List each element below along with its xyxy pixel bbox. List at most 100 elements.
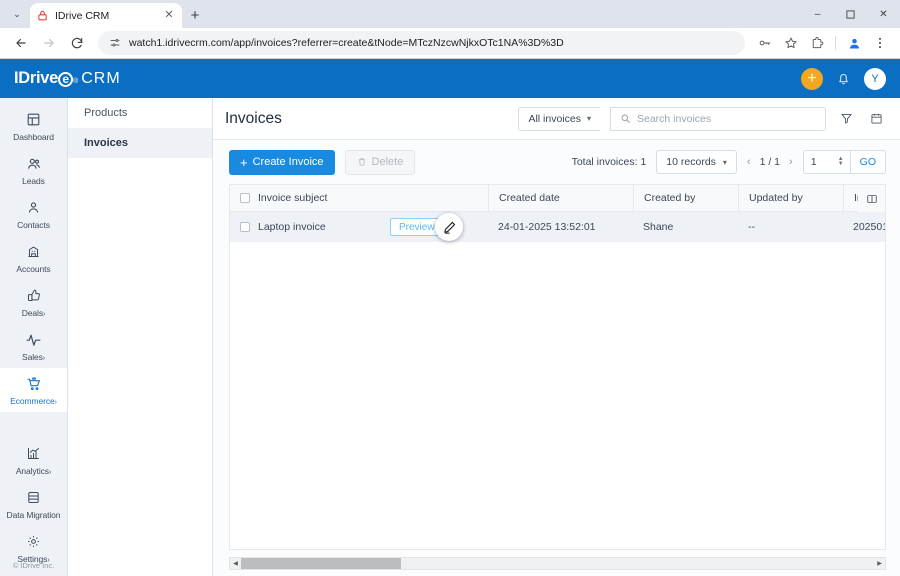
url-text: watch1.idrivecrm.com/app/invoices?referr…: [129, 37, 564, 49]
horizontal-scrollbar[interactable]: ◀ ▶: [229, 556, 886, 570]
sidebar-label: Leads: [22, 176, 45, 186]
chevron-right-icon: ›: [42, 355, 45, 362]
app-body: Dashboard Leads Contacts Accounts Deals›…: [0, 98, 900, 576]
next-page-button[interactable]: ›: [789, 156, 793, 168]
filter-icon[interactable]: [836, 112, 856, 125]
tab-strip: ⌄ IDrive CRM ✕ + – ✕: [0, 0, 900, 28]
reload-icon[interactable]: [64, 30, 90, 56]
secondary-sidebar: Products Invoices: [68, 98, 213, 576]
scrollbar-track[interactable]: [241, 557, 874, 570]
logo-crm-text: CRM: [81, 70, 121, 87]
close-window-icon[interactable]: ✕: [867, 0, 900, 28]
page-indicator: 1 / 1: [759, 156, 781, 168]
pager: ‹ 1 / 1 ›: [747, 156, 793, 168]
scroll-left-arrow-icon[interactable]: ◀: [230, 560, 241, 567]
sidebar-item-data-migration[interactable]: Data Migration: [0, 482, 67, 526]
table-row[interactable]: Laptop invoice 24-01-2025 13:52:01 Shane…: [230, 212, 885, 242]
bar-chart-icon: [26, 445, 41, 462]
browser-toolbar: watch1.idrivecrm.com/app/invoices?referr…: [0, 28, 900, 59]
pulse-icon: [25, 331, 42, 348]
scroll-right-arrow-icon[interactable]: ▶: [874, 560, 885, 567]
sidebar-label: Data Migration: [6, 510, 61, 520]
database-icon: [26, 489, 41, 506]
primary-sidebar: Dashboard Leads Contacts Accounts Deals›…: [0, 98, 68, 576]
chevron-right-icon: ›: [48, 469, 52, 476]
logo-e-mark: e: [58, 72, 74, 87]
idrive-crm-logo[interactable]: IDrive e ® CRM: [14, 69, 121, 88]
sidebar-label: Deals›: [21, 308, 46, 318]
forward-icon: [36, 30, 62, 56]
column-header-updated-by[interactable]: Updated by: [738, 185, 843, 212]
column-header-created-date[interactable]: Created date: [488, 185, 633, 212]
go-button[interactable]: GO: [849, 151, 885, 173]
key-icon[interactable]: [753, 31, 777, 55]
sidebar-item-sales[interactable]: Sales›: [0, 324, 67, 368]
sidebar-item-deals[interactable]: Deals›: [0, 280, 67, 324]
puzzle-icon[interactable]: [805, 31, 829, 55]
cart-icon: [26, 375, 42, 392]
search-input[interactable]: Search invoices: [637, 113, 711, 125]
subnav-item-products[interactable]: Products: [68, 98, 212, 128]
plus-icon: +: [240, 154, 248, 170]
records-per-page-dropdown[interactable]: 10 records ▾: [656, 150, 737, 174]
column-header-created-by[interactable]: Created by: [633, 185, 738, 212]
star-icon[interactable]: [779, 31, 803, 55]
calendar-icon[interactable]: [866, 112, 886, 125]
columns-icon[interactable]: [858, 185, 885, 212]
cell-created-by: Shane: [643, 221, 674, 233]
browser-tab[interactable]: IDrive CRM ✕: [30, 3, 182, 28]
column-header-subject[interactable]: Invoice subject: [230, 185, 488, 212]
avatar[interactable]: Y: [864, 67, 886, 90]
page-number-input[interactable]: 1: [804, 156, 838, 168]
trash-icon: [357, 157, 367, 167]
window-controls: – ✕: [801, 0, 900, 28]
row-checkbox[interactable]: [240, 222, 250, 232]
sidebar-label: Accounts: [16, 264, 51, 274]
site-settings-icon[interactable]: [108, 37, 121, 50]
maximize-icon[interactable]: [834, 0, 867, 28]
sidebar-label: Dashboard: [13, 132, 54, 142]
stepper-icon[interactable]: ▲ ▼: [838, 156, 850, 167]
table-header-row: Invoice subject Created date Created by …: [230, 185, 885, 212]
edit-pencil-cursor-icon[interactable]: [435, 213, 463, 241]
sidebar-label: Ecommerce›: [10, 396, 57, 406]
sidebar-item-dashboard[interactable]: Dashboard: [0, 104, 67, 148]
action-toolbar: + Create Invoice Delete Total invoices: …: [213, 140, 900, 184]
gear-icon: [26, 533, 41, 550]
invoices-table: Invoice subject Created date Created by …: [229, 184, 886, 550]
cell-created-date: 24-01-2025 13:52:01: [498, 221, 596, 233]
tab-search-button[interactable]: ⌄: [4, 1, 30, 27]
tab-title: IDrive CRM: [55, 9, 110, 22]
sidebar-item-contacts[interactable]: Contacts: [0, 192, 67, 236]
bell-icon[interactable]: [836, 71, 851, 86]
sidebar-item-leads[interactable]: Leads: [0, 148, 67, 192]
app-header: IDrive e ® CRM + Y: [0, 59, 900, 98]
column-label: Invoice subject: [258, 192, 328, 204]
close-icon[interactable]: ✕: [162, 10, 176, 21]
logo-registered-mark: ®: [73, 78, 79, 85]
sidebar-item-accounts[interactable]: Accounts: [0, 236, 67, 280]
address-bar[interactable]: watch1.idrivecrm.com/app/invoices?referr…: [98, 31, 745, 55]
chevron-down-icon: ▾: [586, 114, 591, 123]
new-tab-button[interactable]: +: [182, 2, 208, 28]
leads-icon: [26, 155, 42, 172]
sidebar-item-ecommerce[interactable]: Ecommerce›: [0, 368, 67, 412]
create-invoice-button[interactable]: + Create Invoice: [229, 149, 335, 175]
sidebar-item-analytics[interactable]: Analytics›: [0, 438, 67, 482]
app-header-actions: + Y: [801, 67, 886, 90]
search-icon: [620, 113, 631, 124]
back-icon[interactable]: [8, 30, 34, 56]
invoice-filter-dropdown[interactable]: All invoices ▾: [518, 106, 600, 131]
select-all-checkbox[interactable]: [240, 193, 250, 203]
previous-page-button[interactable]: ‹: [747, 156, 751, 168]
profile-icon[interactable]: [842, 31, 866, 55]
kebab-menu-icon[interactable]: [868, 31, 892, 55]
delete-button: Delete: [344, 149, 416, 175]
invoice-filter-value: All invoices: [528, 112, 581, 125]
quick-add-button[interactable]: +: [801, 67, 823, 90]
search-invoices-box[interactable]: Search invoices: [610, 106, 826, 131]
scrollbar-thumb[interactable]: [241, 557, 401, 569]
subnav-item-invoices[interactable]: Invoices: [68, 128, 212, 158]
minimize-icon[interactable]: –: [801, 0, 834, 28]
toolbar-divider: [835, 36, 836, 50]
